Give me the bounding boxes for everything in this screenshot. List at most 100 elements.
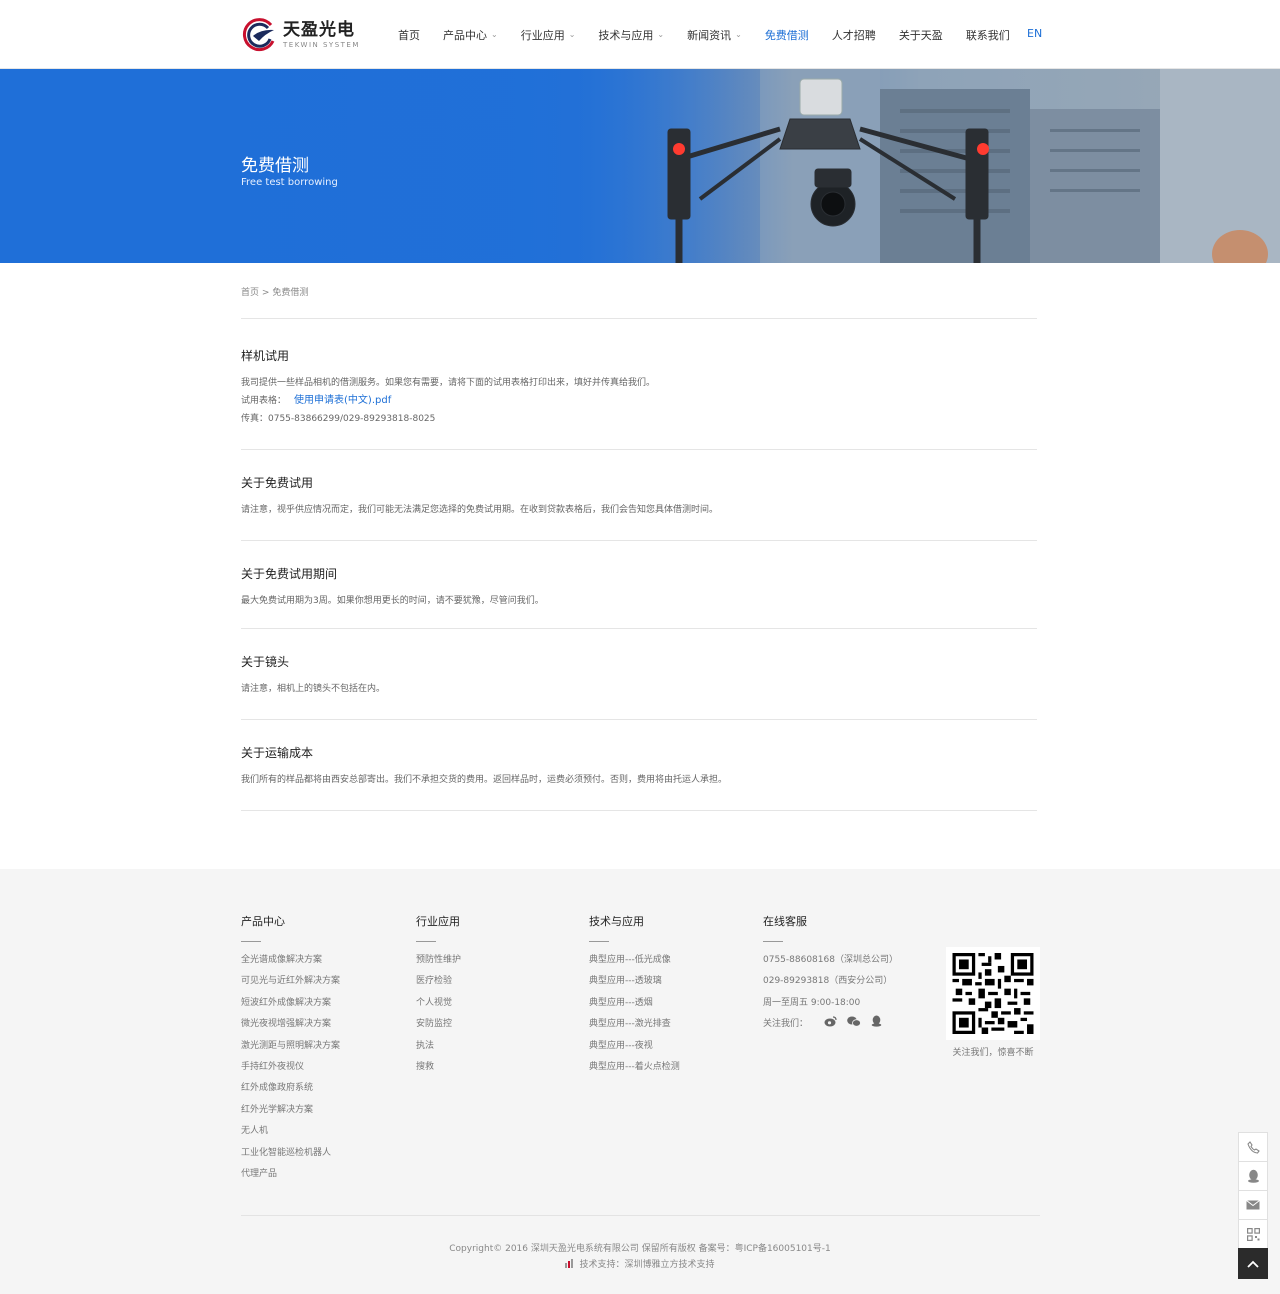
footer-link[interactable]: 红外成像政府系统 <box>241 1078 340 1099</box>
footer-link[interactable]: 典型应用---透玻璃 <box>589 971 680 992</box>
footer-link[interactable]: 典型应用---透烟 <box>589 993 680 1014</box>
footer-link[interactable]: 可见光与近红外解决方案 <box>241 971 340 992</box>
nav-item-careers[interactable]: 人才招聘 <box>832 27 876 43</box>
footer-link[interactable]: 典型应用---着火点检测 <box>589 1057 680 1078</box>
breadcrumb-home[interactable]: 首页 <box>241 288 259 298</box>
page-banner: 免费借测 Free test borrowing <box>0 69 1280 263</box>
phone-shenzhen: 0755-88608168（深圳总公司） <box>763 955 898 965</box>
section-text: 我司提供一些样品相机的借测服务。如果您有需要，请将下面的试用表格打印出来，填好并… <box>241 378 656 388</box>
chevron-down-icon: ⌄ <box>491 30 498 39</box>
footer-link[interactable]: 短波红外成像解决方案 <box>241 993 340 1014</box>
footer-col-title: 产品中心 <box>241 915 285 928</box>
divider <box>416 941 436 942</box>
site-header: 天盈光电 TEKWIN SYSTEM 首页 产品中心 ⌄ 行业应用 ⌄ 技术与应用 ⌄… <box>0 0 1280 69</box>
footer-link[interactable]: 红外光学解决方案 <box>241 1100 340 1121</box>
footer-link[interactable]: 手持红外夜视仪 <box>241 1057 340 1078</box>
weibo-icon[interactable] <box>824 1014 837 1035</box>
section-title: 关于运输成本 <box>241 746 314 760</box>
qq-icon[interactable] <box>871 1014 882 1035</box>
breadcrumb: 首页 > 免费借测 <box>241 285 308 298</box>
nav-item-contact[interactable]: 联系我们 <box>966 27 1010 43</box>
divider <box>763 941 783 942</box>
phone-icon[interactable] <box>1238 1132 1268 1161</box>
section-title: 样机试用 <box>241 349 290 363</box>
footer-link[interactable]: 医疗检验 <box>416 971 461 992</box>
footer-link[interactable]: 搜救 <box>416 1057 461 1078</box>
nav-item-products[interactable]: 产品中心 ⌄ <box>443 27 498 43</box>
support-logo-icon <box>565 1259 575 1268</box>
footer-col-industry: 行业应用 预防性维护 医疗检验 个人视觉 安防监控 执法 搜救 <box>416 913 461 1078</box>
banner-title: 免费借测 <box>241 156 309 176</box>
qrcode-icon[interactable] <box>1238 1219 1268 1248</box>
logo-text-en: TEKWIN SYSTEM <box>283 41 360 49</box>
section-title: 关于免费试用期间 <box>241 567 338 581</box>
section-text: 请注意，相机上的镜头不包括在内。 <box>241 684 386 694</box>
footer-link[interactable]: 执法 <box>416 1036 461 1057</box>
tech-support: 技术支持：深圳博雅立方技术支持 <box>0 1257 1280 1270</box>
logo-icon <box>241 17 277 53</box>
section-title: 关于免费试用 <box>241 476 314 490</box>
back-to-top-icon[interactable] <box>1238 1248 1268 1279</box>
footer-link[interactable]: 个人视觉 <box>416 993 461 1014</box>
breadcrumb-current: 免费借测 <box>272 288 309 298</box>
content-sections: 样机试用 我司提供一些样品相机的借测服务。如果您有需要，请将下面的试用表格打印出… <box>241 318 1037 811</box>
section-text: 最大免费试用期为3周。如果你想用更长的时间，请不要犹豫，尽管问我们。 <box>241 596 544 606</box>
follow-label: 关注我们： <box>763 1019 809 1030</box>
divider <box>241 941 261 942</box>
section-text: 请注意，视乎供应情况而定，我们可能无法满足您选择的免费试用期。在收到贷款表格后，… <box>241 505 719 515</box>
footer-col-products: 产品中心 全光谱成像解决方案 可见光与近红外解决方案 短波红外成像解决方案 微光… <box>241 913 340 1185</box>
side-toolbar <box>1238 1132 1268 1279</box>
section-text: 我们所有的样品都将由西安总部寄出。我们不承担交货的费用。返回样品时，运费必须预付… <box>241 775 728 785</box>
trial-form-link[interactable]: 使用申请表(中文).pdf <box>294 395 391 406</box>
banner-subtitle: Free test borrowing <box>241 177 338 188</box>
footer-link[interactable]: 代理产品 <box>241 1164 340 1185</box>
nav-item-about[interactable]: 关于天盈 <box>899 27 943 43</box>
footer-link[interactable]: 预防性维护 <box>416 950 461 971</box>
section-free-trial: 关于免费试用 请注意，视乎供应情况而定，我们可能无法满足您选择的免费试用期。在收… <box>241 449 1037 540</box>
footer-col-title: 行业应用 <box>416 915 460 928</box>
qq-icon[interactable] <box>1238 1161 1268 1190</box>
footer-link[interactable]: 安防监控 <box>416 1014 461 1035</box>
divider <box>241 1215 1040 1216</box>
site-footer: 产品中心 全光谱成像解决方案 可见光与近红外解决方案 短波红外成像解决方案 微光… <box>0 869 1280 1294</box>
section-shipping: 关于运输成本 我们所有的样品都将由西安总部寄出。我们不承担交货的费用。返回样品时… <box>241 719 1037 811</box>
footer-col-title: 技术与应用 <box>589 915 644 928</box>
footer-link[interactable]: 工业化智能巡检机器人 <box>241 1143 340 1164</box>
divider <box>589 941 609 942</box>
footer-link[interactable]: 全光谱成像解决方案 <box>241 950 340 971</box>
nav-item-home[interactable]: 首页 <box>398 27 420 43</box>
qrcode-image <box>946 947 1040 1040</box>
fax-text: 传真：0755-83866299/029-89293818-8025 <box>241 414 436 424</box>
copyright-text: Copyright© 2016 深圳天盈光电系统有限公司 保留所有版权 备案号：… <box>449 1244 831 1254</box>
section-trial-period: 关于免费试用期间 最大免费试用期为3周。如果你想用更长的时间，请不要犹豫，尽管问… <box>241 540 1037 628</box>
footer-link[interactable]: 无人机 <box>241 1121 340 1142</box>
chevron-down-icon: ⌄ <box>568 30 576 39</box>
section-title: 关于镜头 <box>241 655 290 669</box>
nav-item-free-test[interactable]: 免费借测 <box>765 27 809 43</box>
section-lens: 关于镜头 请注意，相机上的镜头不包括在内。 <box>241 628 1037 719</box>
wechat-icon[interactable] <box>847 1014 861 1035</box>
breadcrumb-separator: > <box>261 288 270 298</box>
trial-form-label: 试用表格： <box>241 396 287 406</box>
nav-item-technology[interactable]: 技术与应用 ⌄ <box>598 27 664 43</box>
footer-col-service: 在线客服 0755-88608168（深圳总公司） 029-89293818（西… <box>763 913 898 1036</box>
main-nav: 首页 产品中心 ⌄ 行业应用 ⌄ 技术与应用 ⌄ 新闻资讯 ⌄ 免费借测 人才招聘 关于… <box>398 0 1033 69</box>
footer-link[interactable]: 激光测距与照明解决方案 <box>241 1036 340 1057</box>
banner-drone-image <box>0 69 1280 263</box>
logo[interactable]: 天盈光电 TEKWIN SYSTEM <box>241 17 360 53</box>
footer-link[interactable]: 微光夜视增强解决方案 <box>241 1014 340 1035</box>
nav-item-industry[interactable]: 行业应用 ⌄ <box>521 27 576 43</box>
footer-link[interactable]: 典型应用---夜视 <box>589 1036 680 1057</box>
tech-support-text[interactable]: 技术支持：深圳博雅立方技术支持 <box>579 1260 714 1270</box>
mail-icon[interactable] <box>1238 1190 1268 1219</box>
trial-form-row: 试用表格： 使用申请表(中文).pdf <box>241 392 1037 410</box>
footer-col-technology: 技术与应用 典型应用---低光成像 典型应用---透玻璃 典型应用---透烟 典… <box>589 913 680 1078</box>
language-switch[interactable]: EN <box>1027 27 1042 40</box>
follow-us: 关注我们： <box>763 1014 898 1035</box>
footer-link[interactable]: 典型应用---低光成像 <box>589 950 680 971</box>
qrcode-caption: 关注我们，惊喜不断 <box>952 1048 1034 1058</box>
nav-item-news[interactable]: 新闻资讯 ⌄ <box>687 27 742 43</box>
chevron-down-icon: ⌄ <box>735 30 742 39</box>
footer-link[interactable]: 典型应用---激光排查 <box>589 1014 680 1035</box>
logo-text-cn: 天盈光电 <box>283 20 355 40</box>
